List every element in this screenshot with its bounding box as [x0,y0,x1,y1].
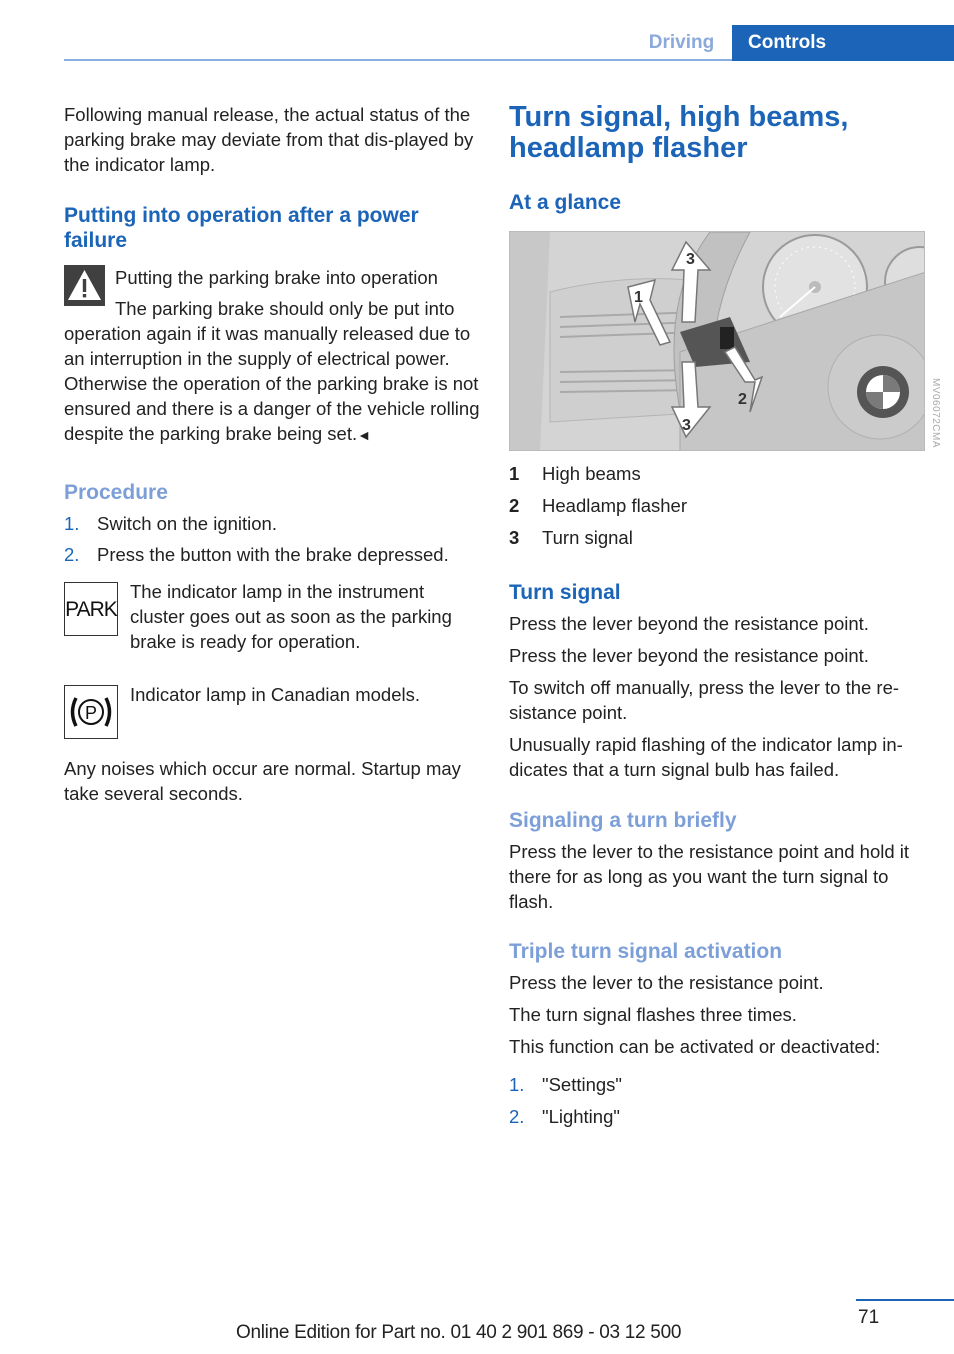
power-failure-heading: Putting into operation after a power fai… [64,204,419,252]
header-chapter-tab[interactable]: Controls [732,25,954,61]
turn-signal-heading: Turn signal [509,581,621,604]
triple-paragraph: The turn signal flashes three times. [509,1004,797,1025]
parking-brake-circle-icon: P [64,685,118,739]
signaling-briefly-paragraph: Press the lever to the resistance point … [509,841,910,912]
list-item: 1. "Settings" [509,1072,927,1097]
page-number: 71 [858,1307,880,1328]
canada-lamp-note: P Indicator lamp in Canadian models. [64,682,480,756]
step-text: "Settings" [542,1074,622,1095]
canada-lamp-text: Indicator lamp in Canadian models. [130,684,420,705]
edition-footer: Online Edition for Part no. 01 40 2 901 … [236,1322,682,1343]
park-lamp-note: PARK The indicator lamp in the instrumen… [64,579,480,682]
warning-title: Putting the parking brake into operation [115,267,438,288]
step-text: Switch on the ignition. [97,513,277,534]
figure-code: MV06072CMA [930,378,941,449]
noises-paragraph: Any noises which occur are normal. Start… [64,758,461,804]
step-number: 1. [509,1074,525,1095]
park-lamp-text: The indicator lamp in the instrument clu… [130,581,452,652]
legend-number: 3 [509,527,520,548]
signaling-briefly-heading: Signaling a turn briefly [509,809,737,832]
legend-item: 2 Headlamp flasher [509,493,927,525]
turn-signal-paragraph: Unusually rapid flashing of the indicato… [509,734,903,780]
triple-paragraph: Press the lever to the resistance point. [509,972,824,993]
callout-3-bottom: 3 [682,417,691,434]
svg-text:P: P [85,703,97,723]
legend-text: Turn signal [542,527,633,548]
header-section-tab[interactable]: Driving [632,25,731,60]
figure-legend: 1 High beams 2 Headlamp flasher 3 Turn s… [509,461,927,557]
at-a-glance-heading: At a glance [509,191,622,214]
step-number: 1. [64,513,80,534]
warning-triangle-icon [64,265,105,306]
step-text: "Lighting" [542,1106,620,1127]
legend-number: 1 [509,463,520,484]
page-title: Turn signal, high beams, headlamp flashe… [509,101,849,164]
callout-1: 1 [634,289,643,306]
turn-signal-paragraph: To switch off manually, press the lever … [509,677,900,723]
triple-paragraph: This function can be activated or deacti… [509,1036,881,1057]
triple-turn-signal-heading: Triple turn signal activation [509,940,783,963]
callout-2: 2 [738,391,747,408]
callout-3-top: 3 [686,251,695,268]
park-indicator-label: PARK [65,597,118,621]
legend-text: High beams [542,463,641,484]
legend-number: 2 [509,495,520,516]
turn-signal-lever-illustration: 1 3 3 2 [509,231,925,451]
warning-body: The parking brake should only be put int… [64,296,480,448]
list-item: 2. Press the button with the brake depre… [64,542,480,567]
intro-paragraph: Following manual release, the actual sta… [64,104,474,175]
footer-rule [856,1299,954,1301]
step-text: Press the button with the brake depresse… [97,544,449,565]
legend-item: 3 Turn signal [509,525,927,557]
triple-steps-list: 1. "Settings" 2. "Lighting" [509,1072,927,1129]
list-item: 1. Switch on the ignition. [64,511,480,536]
step-number: 2. [64,544,80,565]
end-mark-icon: ◄ [357,427,371,443]
turn-signal-paragraph: Press the lever beyond the resistance po… [509,645,869,666]
list-item: 2. "Lighting" [509,1104,927,1129]
procedure-list: 1. Switch on the ignition. 2. Press the … [64,511,480,567]
turn-signal-paragraph: Press the lever beyond the resistance po… [509,613,869,634]
warning-body-text: The parking brake should only be put int… [64,298,480,444]
right-column: Turn signal, high beams, headlamp flashe… [509,102,927,1129]
legend-text: Headlamp flasher [542,495,687,516]
park-indicator-icon: PARK [64,582,118,636]
legend-item: 1 High beams [509,461,927,493]
left-column: Following manual release, the actual sta… [64,102,480,806]
step-number: 2. [509,1106,525,1127]
procedure-heading: Procedure [64,481,168,504]
warning-block: Putting the parking brake into operation… [64,253,480,448]
